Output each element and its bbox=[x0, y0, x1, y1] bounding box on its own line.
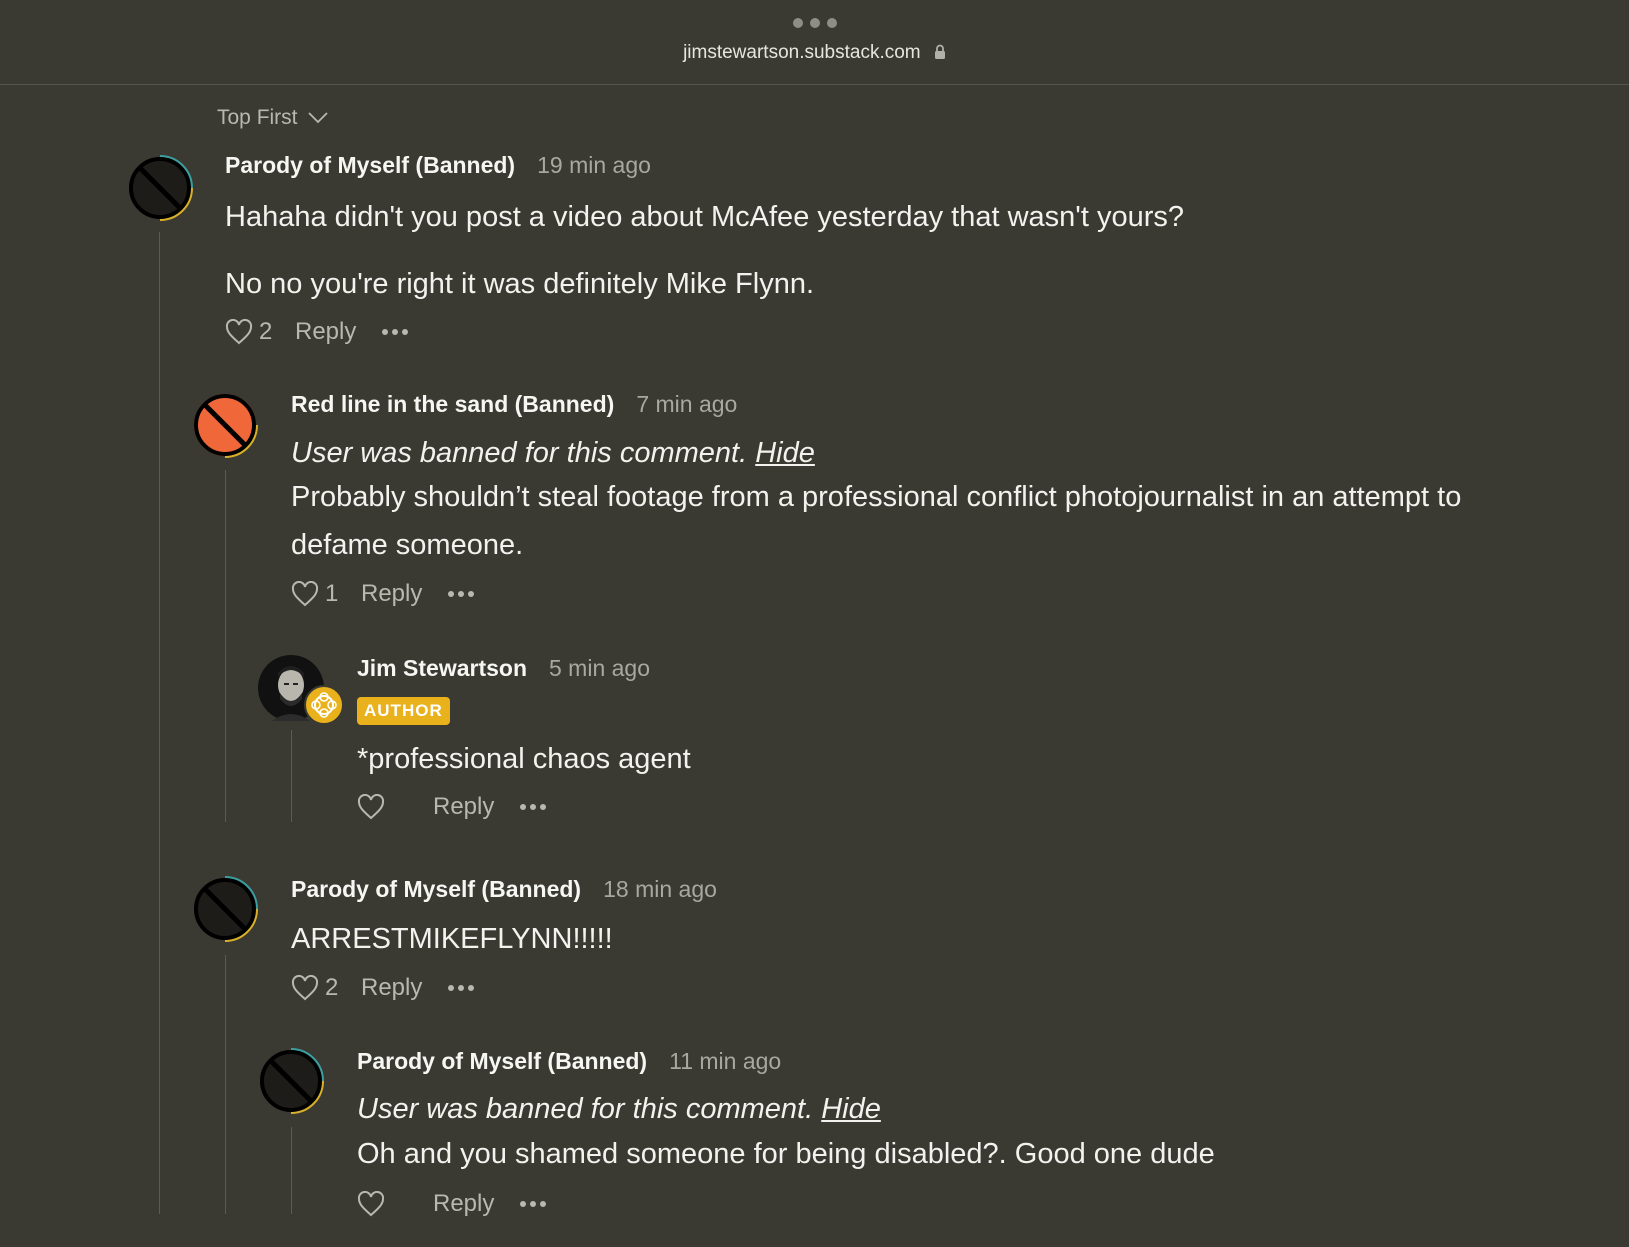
ellipsis-icon[interactable] bbox=[448, 985, 475, 991]
no-entry-icon[interactable] bbox=[127, 155, 193, 221]
sort-dropdown[interactable]: Top First bbox=[217, 106, 328, 130]
comment-text: defame someone. bbox=[291, 529, 524, 561]
comment-author[interactable]: Jim Stewartson bbox=[357, 655, 527, 682]
reply-button[interactable]: Reply bbox=[361, 974, 422, 1002]
comment-text: *professional chaos agent bbox=[357, 743, 691, 775]
heart-icon bbox=[225, 319, 253, 345]
reply-button[interactable]: Reply bbox=[433, 793, 494, 821]
thread-line-level2a bbox=[225, 470, 226, 822]
heart-icon bbox=[357, 794, 385, 820]
reply-button[interactable]: Reply bbox=[433, 1190, 494, 1218]
no-entry-icon[interactable] bbox=[192, 392, 258, 458]
banned-notice: User was banned for this comment. Hide bbox=[357, 1085, 881, 1133]
thread-line-level2b bbox=[225, 955, 226, 1214]
comment-text: ARRESTMIKEFLYNN!!!!! bbox=[291, 923, 613, 955]
comment-timestamp[interactable]: 11 min ago bbox=[669, 1048, 781, 1075]
comment-paragraph: No no you're right it was definitely Mik… bbox=[225, 268, 815, 300]
url-display[interactable]: jimstewartson.substack.com bbox=[0, 42, 1629, 64]
url-text: jimstewartson.substack.com bbox=[683, 42, 921, 63]
browser-address-bar: jimstewartson.substack.com bbox=[0, 0, 1629, 85]
thread-line-level3a bbox=[291, 730, 292, 822]
like-count: 2 bbox=[325, 974, 339, 1001]
comment-timestamp[interactable]: 18 min ago bbox=[603, 876, 717, 903]
ellipsis-icon[interactable] bbox=[520, 804, 547, 810]
hide-link[interactable]: Hide bbox=[755, 437, 815, 469]
reply-button[interactable]: Reply bbox=[361, 580, 422, 608]
like-button[interactable]: 2 bbox=[225, 318, 273, 346]
thread-line-level1 bbox=[159, 232, 160, 1214]
heart-icon bbox=[291, 975, 319, 1001]
comment-author[interactable]: Parody of Myself (Banned) bbox=[357, 1048, 647, 1075]
no-entry-icon[interactable] bbox=[192, 876, 258, 942]
comment-timestamp[interactable]: 19 min ago bbox=[537, 152, 651, 179]
ellipsis-icon[interactable] bbox=[448, 591, 475, 597]
founder-badge-icon bbox=[304, 685, 344, 725]
like-count: 2 bbox=[259, 318, 273, 345]
no-entry-icon[interactable] bbox=[258, 1048, 324, 1114]
comment-text: Oh and you shamed someone for being disa… bbox=[357, 1138, 1215, 1170]
ellipsis-icon[interactable] bbox=[382, 329, 409, 335]
heart-icon bbox=[357, 1191, 385, 1217]
comment-author[interactable]: Red line in the sand (Banned) bbox=[291, 391, 614, 418]
avatar[interactable] bbox=[258, 655, 344, 725]
comment-author[interactable]: Parody of Myself (Banned) bbox=[291, 876, 581, 903]
hide-link[interactable]: Hide bbox=[821, 1093, 881, 1125]
reply-button[interactable]: Reply bbox=[295, 318, 356, 346]
banned-notice: User was banned for this comment. Hide bbox=[291, 429, 815, 477]
chevron-down-icon bbox=[307, 112, 328, 124]
banned-notice-text: User was banned for this comment. bbox=[291, 437, 748, 469]
comment-timestamp[interactable]: 7 min ago bbox=[636, 391, 737, 418]
like-button[interactable] bbox=[357, 794, 405, 820]
ellipsis-icon[interactable] bbox=[520, 1201, 547, 1207]
like-button[interactable]: 2 bbox=[291, 974, 339, 1002]
sort-label: Top First bbox=[217, 106, 298, 129]
lock-icon bbox=[934, 44, 945, 59]
heart-icon bbox=[291, 581, 319, 607]
comment-paragraph: Hahaha didn't you post a video about McA… bbox=[225, 201, 1184, 233]
like-button[interactable] bbox=[357, 1191, 405, 1217]
thread-line-level3b bbox=[291, 1127, 292, 1214]
comment-author[interactable]: Parody of Myself (Banned) bbox=[225, 152, 515, 179]
comment-timestamp[interactable]: 5 min ago bbox=[549, 655, 650, 682]
banned-notice-text: User was banned for this comment. bbox=[357, 1093, 814, 1125]
like-count: 1 bbox=[325, 580, 339, 607]
author-badge: AUTHOR bbox=[357, 697, 450, 725]
like-button[interactable]: 1 bbox=[291, 580, 339, 608]
browser-menu-dots-icon[interactable] bbox=[792, 18, 837, 28]
comment-text: Probably shouldn’t steal footage from a … bbox=[291, 481, 1462, 513]
